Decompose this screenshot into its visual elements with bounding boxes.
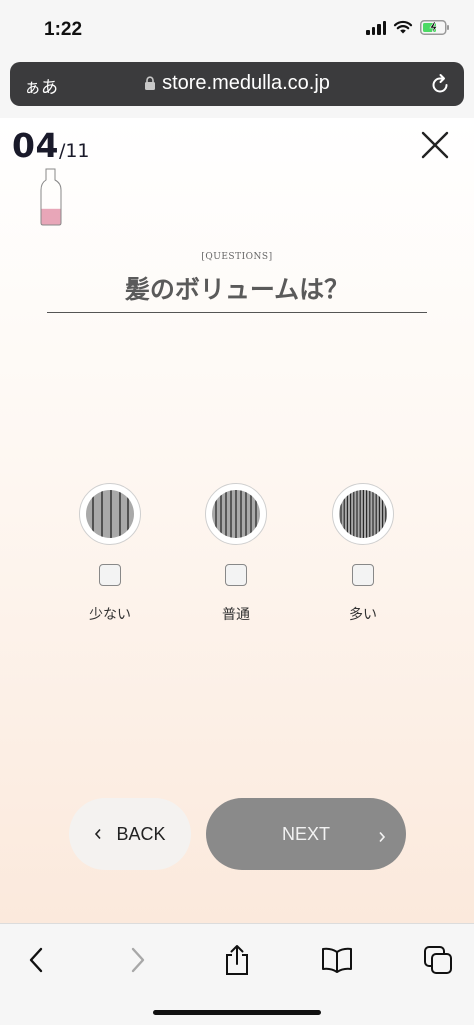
option-many[interactable]: 多い — [323, 483, 403, 624]
status-bar: 1:22 — [0, 0, 474, 58]
url-text: store.medulla.co.jp — [162, 72, 330, 94]
question-tag: [QUESTIONS] — [201, 252, 273, 262]
share-icon[interactable] — [217, 944, 257, 976]
wifi-icon — [393, 20, 413, 35]
step-counter: 04/11 — [12, 126, 90, 165]
title-divider — [47, 312, 427, 313]
progress-bottle-icon — [40, 168, 62, 231]
step-total: /11 — [58, 140, 90, 162]
option-many-checkbox[interactable] — [352, 564, 374, 586]
chevron-left-icon — [94, 824, 102, 845]
chevron-right-icon — [378, 827, 386, 848]
sparse-hair-icon[interactable] — [79, 483, 141, 545]
browser-address-area: ぁあ store.medulla.co.jp — [0, 58, 474, 118]
option-normal[interactable]: 普通 — [196, 483, 276, 624]
option-few-label: 少ない — [89, 607, 131, 623]
status-time: 1:22 — [44, 19, 83, 40]
option-normal-label: 普通 — [222, 607, 250, 623]
tabs-icon[interactable] — [418, 944, 458, 976]
address-bar[interactable]: ぁあ store.medulla.co.jp — [10, 62, 464, 106]
answer-options: 少ない 普通 多い — [0, 483, 474, 643]
question-title: 髪のボリュームは？ — [124, 275, 350, 304]
option-few-checkbox[interactable] — [99, 564, 121, 586]
reload-icon[interactable] — [430, 73, 450, 100]
bookmarks-icon[interactable] — [317, 944, 357, 976]
close-icon[interactable] — [420, 130, 450, 165]
option-few[interactable]: 少ない — [70, 483, 150, 624]
back-button[interactable]: BACK — [69, 798, 191, 870]
lock-icon — [144, 74, 156, 97]
browser-toolbar — [0, 923, 474, 1025]
option-many-label: 多い — [349, 607, 377, 623]
url-display[interactable]: store.medulla.co.jp — [10, 72, 464, 97]
home-indicator — [153, 1010, 321, 1015]
step-current: 04 — [12, 126, 59, 165]
browser-forward-icon[interactable] — [118, 944, 158, 976]
option-normal-checkbox[interactable] — [225, 564, 247, 586]
next-label: NEXT — [281, 824, 330, 844]
normal-hair-icon[interactable] — [205, 483, 267, 545]
signal-icon — [366, 20, 386, 35]
next-button[interactable]: NEXT — [206, 798, 406, 870]
status-icons — [366, 20, 450, 35]
back-label: BACK — [116, 823, 166, 844]
battery-charging-icon — [420, 20, 450, 35]
browser-back-icon[interactable] — [16, 944, 56, 976]
thick-hair-icon[interactable] — [332, 483, 394, 545]
questionnaire-page: 04/11 [QUESTIONS] 髪のボリュームは？ 少ない 普通 多い BA… — [0, 118, 474, 923]
